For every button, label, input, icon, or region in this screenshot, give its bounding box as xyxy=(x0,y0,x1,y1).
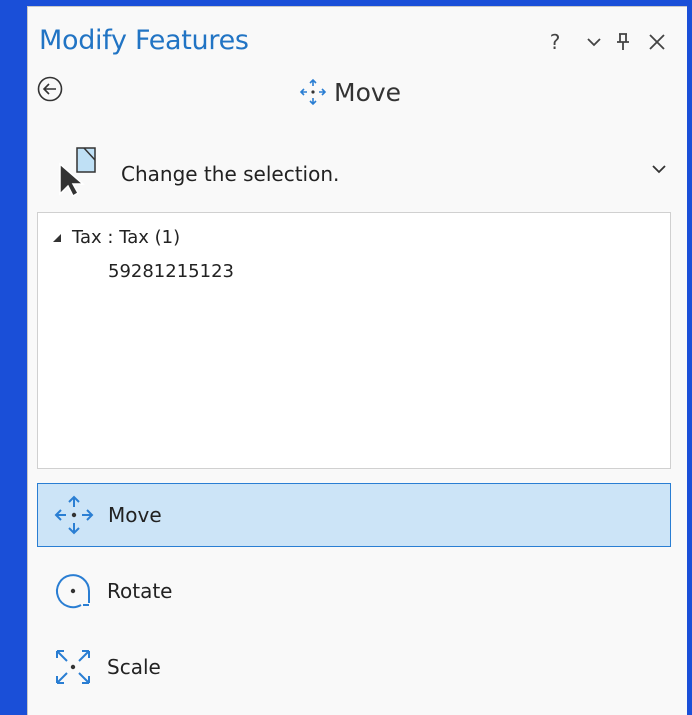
move-icon xyxy=(299,78,327,106)
scale-tool-button[interactable]: Scale xyxy=(37,635,671,699)
select-features-icon xyxy=(59,147,96,198)
back-button[interactable] xyxy=(37,76,63,102)
modify-features-pane: Modify Features ? Move Change the select… xyxy=(27,6,687,715)
help-button[interactable]: ? xyxy=(544,27,566,57)
selection-row[interactable]: Change the selection. xyxy=(55,144,675,204)
tree-feature-item[interactable]: 59281215123 xyxy=(108,261,234,282)
selection-instruction: Change the selection. xyxy=(121,162,340,186)
pin-button[interactable] xyxy=(612,27,634,57)
chevron-down-icon xyxy=(587,38,601,47)
close-button[interactable] xyxy=(645,27,669,57)
chevron-down-icon[interactable] xyxy=(648,158,670,180)
options-dropdown-button[interactable] xyxy=(583,27,605,57)
help-icon: ? xyxy=(549,30,561,54)
active-tool-header: Move xyxy=(298,77,401,107)
back-arrow-icon xyxy=(37,76,63,102)
collapse-triangle-icon[interactable] xyxy=(52,233,62,243)
tree-layer-label: Tax : Tax (1) xyxy=(72,227,181,248)
move-tool-button[interactable]: Move xyxy=(37,483,671,547)
tree-layer-node[interactable]: Tax : Tax (1) xyxy=(52,227,180,248)
move-tool-label: Move xyxy=(108,503,162,527)
scale-icon xyxy=(56,650,90,684)
close-icon xyxy=(649,34,665,50)
rotate-icon xyxy=(56,574,90,609)
move-icon xyxy=(54,495,94,535)
active-tool-name: Move xyxy=(334,77,402,107)
pin-icon xyxy=(617,33,629,50)
scale-tool-label: Scale xyxy=(107,655,161,679)
selection-tree: Tax : Tax (1) 59281215123 xyxy=(37,212,671,469)
rotate-tool-button[interactable]: Rotate xyxy=(37,559,671,623)
rotate-tool-label: Rotate xyxy=(107,579,173,603)
pane-title: Modify Features xyxy=(39,25,249,56)
